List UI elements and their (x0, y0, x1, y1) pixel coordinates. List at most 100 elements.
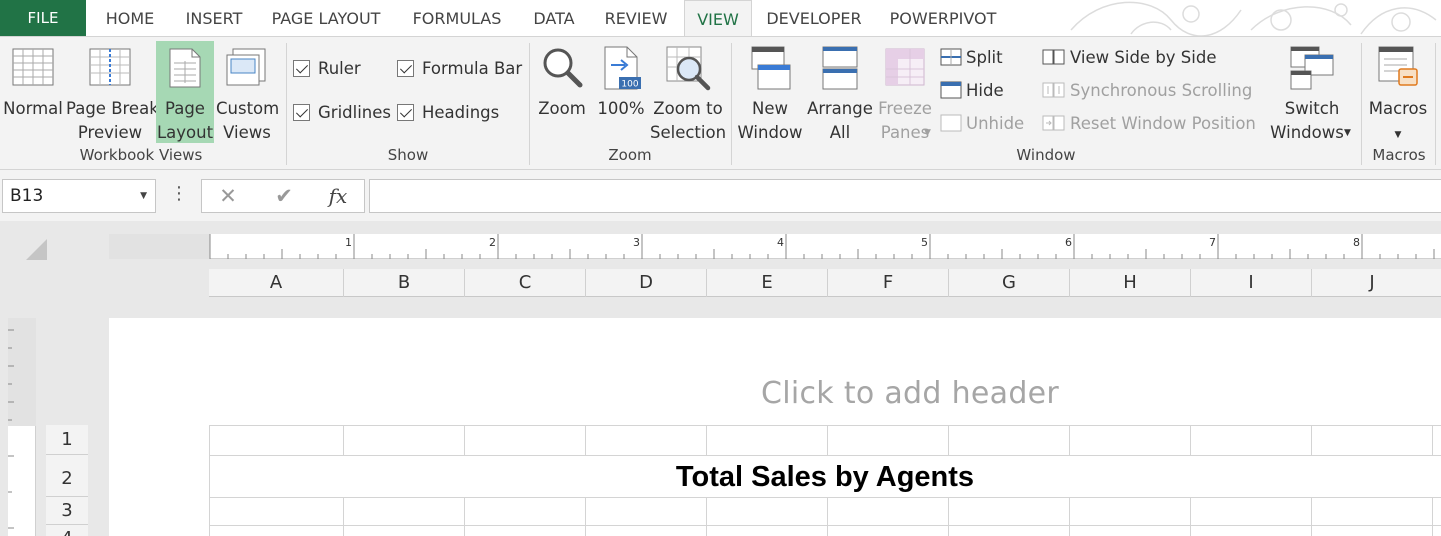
ribbon-tab-bar: FILE HOME INSERT PAGE LAYOUT FORMULAS DA… (0, 0, 1441, 37)
horizontal-ruler: 1 2 3 4 5 6 7 8 (109, 234, 1441, 259)
row-header-3[interactable]: 3 (46, 497, 88, 525)
gridlines-label: Gridlines (318, 103, 392, 122)
ruler-mark: 1 (345, 236, 352, 249)
arrange-all-button[interactable]: Arrange All (806, 41, 874, 143)
switch-windows-button[interactable]: Switch Windows ▼ (1264, 41, 1360, 143)
cancel-icon[interactable]: ✕ (208, 180, 248, 212)
group-separator (1361, 43, 1362, 165)
freeze-panes-icon (885, 48, 925, 86)
tab-view[interactable]: VIEW (684, 0, 752, 37)
zoom-to-selection-label-2: Selection (650, 123, 727, 142)
insert-function-icon[interactable]: fx (318, 180, 358, 212)
split-icon (940, 48, 962, 66)
excel-window: FILE HOME INSERT PAGE LAYOUT FORMULAS DA… (0, 0, 1441, 536)
tab-data[interactable]: DATA (520, 0, 588, 36)
enter-icon[interactable]: ✔ (264, 180, 304, 212)
ruler-mark: 7 (1209, 236, 1216, 249)
split-button[interactable]: Split (940, 45, 1003, 71)
dropdown-arrow-icon: ▼ (1344, 128, 1351, 138)
column-header-c[interactable]: C (464, 269, 585, 297)
header-placeholder[interactable]: Click to add header (761, 376, 1059, 411)
ruler-checkbox[interactable]: Ruler (293, 57, 361, 81)
zoom-to-selection-icon (666, 46, 711, 91)
select-all-corner[interactable] (26, 239, 47, 260)
normal-label: Normal (3, 99, 63, 118)
more-options-icon[interactable]: ⋮ (170, 183, 188, 209)
zoom-100-icon-text: 100 (621, 80, 638, 90)
switch-windows-icon (1290, 46, 1334, 90)
unhide-button[interactable]: Unhide (940, 111, 1024, 137)
page-layout-view-button[interactable]: Page Layout (156, 41, 214, 143)
formula-bar-label: Formula Bar (422, 59, 523, 78)
sheet-title-cell[interactable]: Total Sales by Agents (209, 459, 1441, 495)
column-header-j[interactable]: J (1311, 269, 1432, 297)
hide-icon (940, 81, 962, 99)
group-label-workbook-views: Workbook Views (79, 146, 203, 164)
zoom-100-button[interactable]: 100 100% (594, 41, 648, 143)
chevron-down-icon[interactable]: ▼ (140, 180, 147, 212)
reset-window-position-button[interactable]: Reset Window Position (1042, 111, 1256, 137)
formula-input[interactable] (369, 179, 1441, 213)
custom-views-label-2: Views (223, 123, 271, 142)
ruler-mark: 6 (1065, 236, 1072, 249)
ribbon: Normal Page Break Preview Page Layout Cu… (0, 36, 1441, 170)
column-header-a[interactable]: A (209, 269, 343, 297)
ruler-mark: 5 (921, 236, 928, 249)
group-label-macros: Macros (1372, 146, 1426, 164)
macros-button[interactable]: Macros ▼ (1366, 41, 1430, 143)
tab-home[interactable]: HOME (90, 0, 170, 36)
new-window-icon (751, 46, 791, 90)
zoom-100-icon: 100 (604, 46, 641, 90)
page-layout-label-1: Page (165, 99, 205, 118)
synchronous-scrolling-button[interactable]: Synchronous Scrolling (1042, 78, 1252, 104)
ruler-ticks (209, 234, 1435, 259)
freeze-panes-button[interactable]: Freeze Panes ▼ (874, 41, 936, 143)
cell-grid[interactable]: Total Sales by Agents (209, 425, 1441, 536)
dropdown-arrow-icon: ▼ (1394, 130, 1402, 140)
sync-scroll-icon (1042, 82, 1065, 98)
page-layout-label-2: Layout (156, 123, 214, 142)
new-window-button[interactable]: New Window (735, 41, 805, 143)
group-label-zoom: Zoom (608, 146, 652, 164)
switch-windows-label-1: Switch (1284, 99, 1340, 118)
row-header-1[interactable]: 1 (46, 425, 88, 455)
tab-powerpivot[interactable]: POWERPIVOT (876, 0, 1010, 36)
tab-page-layout[interactable]: PAGE LAYOUT (258, 0, 394, 36)
unhide-icon (940, 114, 962, 132)
tab-insert[interactable]: INSERT (172, 0, 256, 36)
magnifier-icon (543, 48, 583, 88)
worksheet-area: 1 2 3 4 5 6 7 8 A B C D E F G H I J Clic… (0, 221, 1441, 536)
custom-views-icon (226, 48, 266, 86)
page-break-preview-button[interactable]: Page Break Preview (66, 41, 159, 143)
formula-bar-checkbox[interactable]: Formula Bar (397, 57, 522, 81)
row-header-4[interactable]: 4 (46, 525, 88, 536)
column-header-e[interactable]: E (706, 269, 827, 297)
column-header-g[interactable]: G (948, 269, 1069, 297)
view-side-by-side-button[interactable]: View Side by Side (1042, 45, 1217, 71)
column-header-d[interactable]: D (585, 269, 706, 297)
side-by-side-icon (1042, 49, 1065, 65)
column-header-i[interactable]: I (1190, 269, 1311, 297)
checkbox-checked-icon (293, 60, 310, 77)
normal-view-button[interactable]: Normal (2, 41, 64, 143)
tab-formulas[interactable]: FORMULAS (398, 0, 516, 36)
headings-checkbox[interactable]: Headings (397, 101, 499, 125)
column-header-b[interactable]: B (343, 269, 464, 297)
row-header-2[interactable]: 2 (46, 455, 88, 497)
formula-bar-buttons: ✕ ✔ fx (201, 179, 365, 213)
page-layout-icon (169, 48, 201, 88)
zoom-to-selection-button[interactable]: Zoom to Selection (650, 41, 726, 143)
headings-label: Headings (422, 103, 500, 122)
gridlines-checkbox[interactable]: Gridlines (293, 101, 391, 125)
tab-developer[interactable]: DEVELOPER (756, 0, 872, 36)
reset-window-position-label: Reset Window Position (1070, 114, 1256, 133)
tab-file[interactable]: FILE (0, 0, 86, 36)
tab-review[interactable]: REVIEW (592, 0, 680, 36)
column-header-h[interactable]: H (1069, 269, 1190, 297)
zoom-button[interactable]: Zoom (534, 41, 590, 143)
custom-views-button[interactable]: Custom Views (216, 41, 279, 143)
synchronous-scrolling-label: Synchronous Scrolling (1070, 81, 1253, 100)
name-box[interactable]: B13 ▼ (2, 179, 156, 213)
hide-button[interactable]: Hide (940, 78, 1004, 104)
column-header-f[interactable]: F (827, 269, 948, 297)
